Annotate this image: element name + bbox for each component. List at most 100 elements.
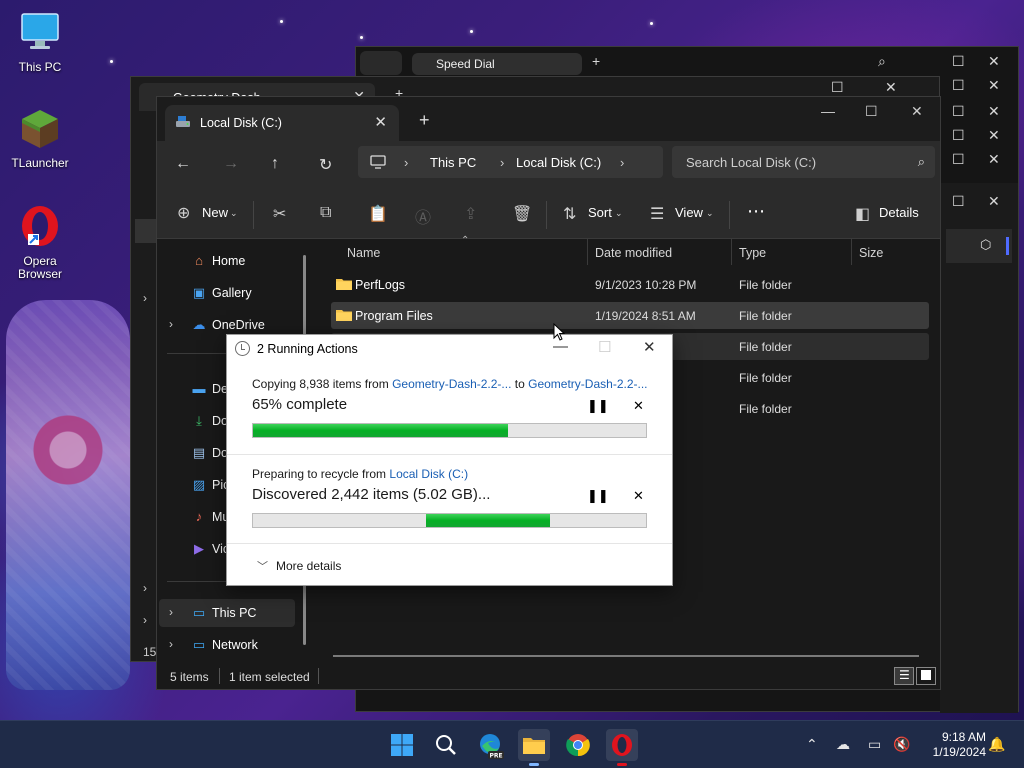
nav-item-network[interactable]: › ▭ Network [157,631,315,659]
copy-destination-link[interactable]: Geometry-Dash-2.2-... [528,377,647,391]
close-icon[interactable]: ✕ [988,193,1000,210]
chevron-right-icon[interactable]: › [143,581,147,595]
file-operation-dialog[interactable]: 2 Running Actions — ☐ ✕ Copying 8,938 it… [226,334,673,586]
status-bar: 5 items 1 item selected ☰ [157,663,940,689]
tiles-view-button[interactable] [916,667,936,685]
chevron-right-icon[interactable]: › [143,291,147,305]
breadcrumb-expand-icon[interactable]: › [620,155,624,170]
minecraft-block-icon [22,110,58,148]
copy-icon[interactable]: ⧉ [320,204,331,222]
table-row[interactable]: PerfLogs 9/1/2023 10:28 PM File folder [331,271,929,298]
plus-icon[interactable]: + [592,53,600,69]
address-bar[interactable]: › This PC › Local Disk (C:) › [358,146,663,178]
column-header-name[interactable]: Name [347,246,380,260]
column-header-size[interactable]: Size [859,246,883,260]
dialog-body: Copying 8,938 items from Geometry-Dash-2… [227,363,672,585]
share-icon[interactable]: ⇪ [464,204,477,224]
maximize-icon[interactable]: ☐ [952,103,965,120]
maximize-icon[interactable]: ☐ [952,77,965,94]
display-icon[interactable]: ▭ [868,736,881,753]
nav-item-gallery[interactable]: ▣ Gallery [157,279,315,307]
maximize-icon[interactable]: ☐ [831,79,844,96]
column-header-date[interactable]: Date modified [595,246,672,260]
breadcrumb-local-disk[interactable]: Local Disk (C:) [516,155,601,170]
close-icon[interactable]: ✕ [988,103,1000,120]
close-window-icon[interactable]: ✕ [911,103,923,120]
show-hidden-icons-chevron-icon[interactable]: ⌃ [806,736,818,753]
new-plus-icon[interactable]: ⊕ [177,203,190,223]
table-row[interactable]: Program Files 1/19/2024 8:51 AM File fol… [331,302,929,329]
search-box[interactable]: ⌕ [672,146,935,178]
new-button[interactable]: New [202,205,228,220]
up-arrow-icon[interactable]: ↑ [271,155,279,173]
cube-icon[interactable]: ⬡ [980,237,991,253]
nav-item-this-pc[interactable]: › ▭ This PC [159,599,295,627]
forward-arrow-icon[interactable]: → [223,155,239,173]
view-icon[interactable]: ☰ [650,204,664,224]
chevron-right-icon[interactable]: › [169,605,173,619]
more-options-icon[interactable]: ⋯ [747,201,765,222]
view-button[interactable]: View [675,205,703,220]
new-tab-icon[interactable]: + [419,110,430,131]
nav-item-home[interactable]: ⌂ Home [157,247,315,275]
close-icon[interactable]: ✕ [988,151,1000,168]
close-icon[interactable]: ✕ [988,77,1000,94]
sort-button[interactable]: Sort [588,205,612,220]
close-icon[interactable]: ✕ [988,127,1000,144]
cut-icon[interactable]: ✂ [273,204,286,224]
delete-icon[interactable]: 🗑 [512,204,532,224]
pause-button[interactable]: ❚❚ [587,488,609,504]
rename-icon[interactable]: Ⓐ [415,204,431,228]
paste-icon[interactable]: 📋 [368,204,388,224]
minimize-icon[interactable]: — [821,103,835,119]
breadcrumb-this-pc[interactable]: This PC [430,155,476,170]
horizontal-scrollbar[interactable] [333,655,919,657]
taskbar-chrome-button[interactable] [562,729,594,761]
volume-muted-icon[interactable]: 🔇 [893,736,910,753]
taskbar-search-button[interactable] [430,729,462,761]
document-icon: ▤ [192,445,206,460]
search-icon[interactable]: ⌕ [878,53,886,70]
desktop-icon-opera[interactable]: Opera Browser [2,204,78,281]
chevron-right-icon[interactable]: › [169,317,173,331]
pause-button[interactable]: ❚❚ [587,398,609,414]
notification-bell-icon[interactable]: 🔔 [988,736,1005,753]
desktop-icon-this-pc[interactable]: This PC [2,10,78,74]
maximize-icon[interactable]: ☐ [865,103,878,120]
details-view-button[interactable]: ☰ [894,667,914,685]
sort-icon[interactable]: ⇅ [563,204,576,224]
search-input[interactable] [672,146,902,178]
desktop-icon-tlauncher[interactable]: TLauncher [2,106,78,170]
system-clock[interactable]: 9:18 AM 1/19/2024 [916,730,986,760]
maximize-icon[interactable]: ☐ [952,151,965,168]
back-arrow-icon[interactable]: ← [175,155,191,173]
maximize-icon[interactable]: ☐ [952,127,965,144]
taskbar-opera-button[interactable] [606,729,638,766]
close-tab-icon[interactable]: ✕ [374,113,387,131]
close-icon[interactable]: ✕ [988,53,1000,70]
column-header-type[interactable]: Type [739,246,766,260]
onedrive-cloud-icon[interactable]: ☁ [836,736,850,753]
cancel-copy-button[interactable]: ✕ [633,398,644,414]
details-button[interactable]: Details [879,205,919,220]
nav-scrollbar[interactable] [303,255,306,335]
taskbar-edge-button[interactable]: PRE [474,729,506,761]
maximize-icon[interactable]: ☐ [952,193,965,210]
taskbar-file-explorer-button[interactable] [518,729,550,766]
maximize-icon[interactable]: ☐ [952,53,965,70]
chevron-right-icon[interactable]: › [143,613,147,627]
recycle-source-link[interactable]: Local Disk (C:) [389,467,468,481]
copy-source-link[interactable]: Geometry-Dash-2.2-... [392,377,511,391]
more-details-button[interactable]: ﹀ More details [257,558,341,574]
browser-tab[interactable]: Speed Dial [412,53,582,75]
refresh-icon[interactable]: ↻ [319,155,332,175]
tab-local-disk[interactable]: Local Disk (C:) ✕ [165,105,399,141]
wallpaper-star [360,36,363,39]
close-icon[interactable]: ✕ [885,79,897,96]
start-button[interactable] [386,729,418,761]
chevron-right-icon[interactable]: › [169,637,173,651]
close-dialog-icon[interactable]: ✕ [643,338,656,356]
folder-icon [523,738,545,754]
cancel-recycle-button[interactable]: ✕ [633,488,644,504]
details-pane-icon[interactable]: ◧ [855,204,870,224]
